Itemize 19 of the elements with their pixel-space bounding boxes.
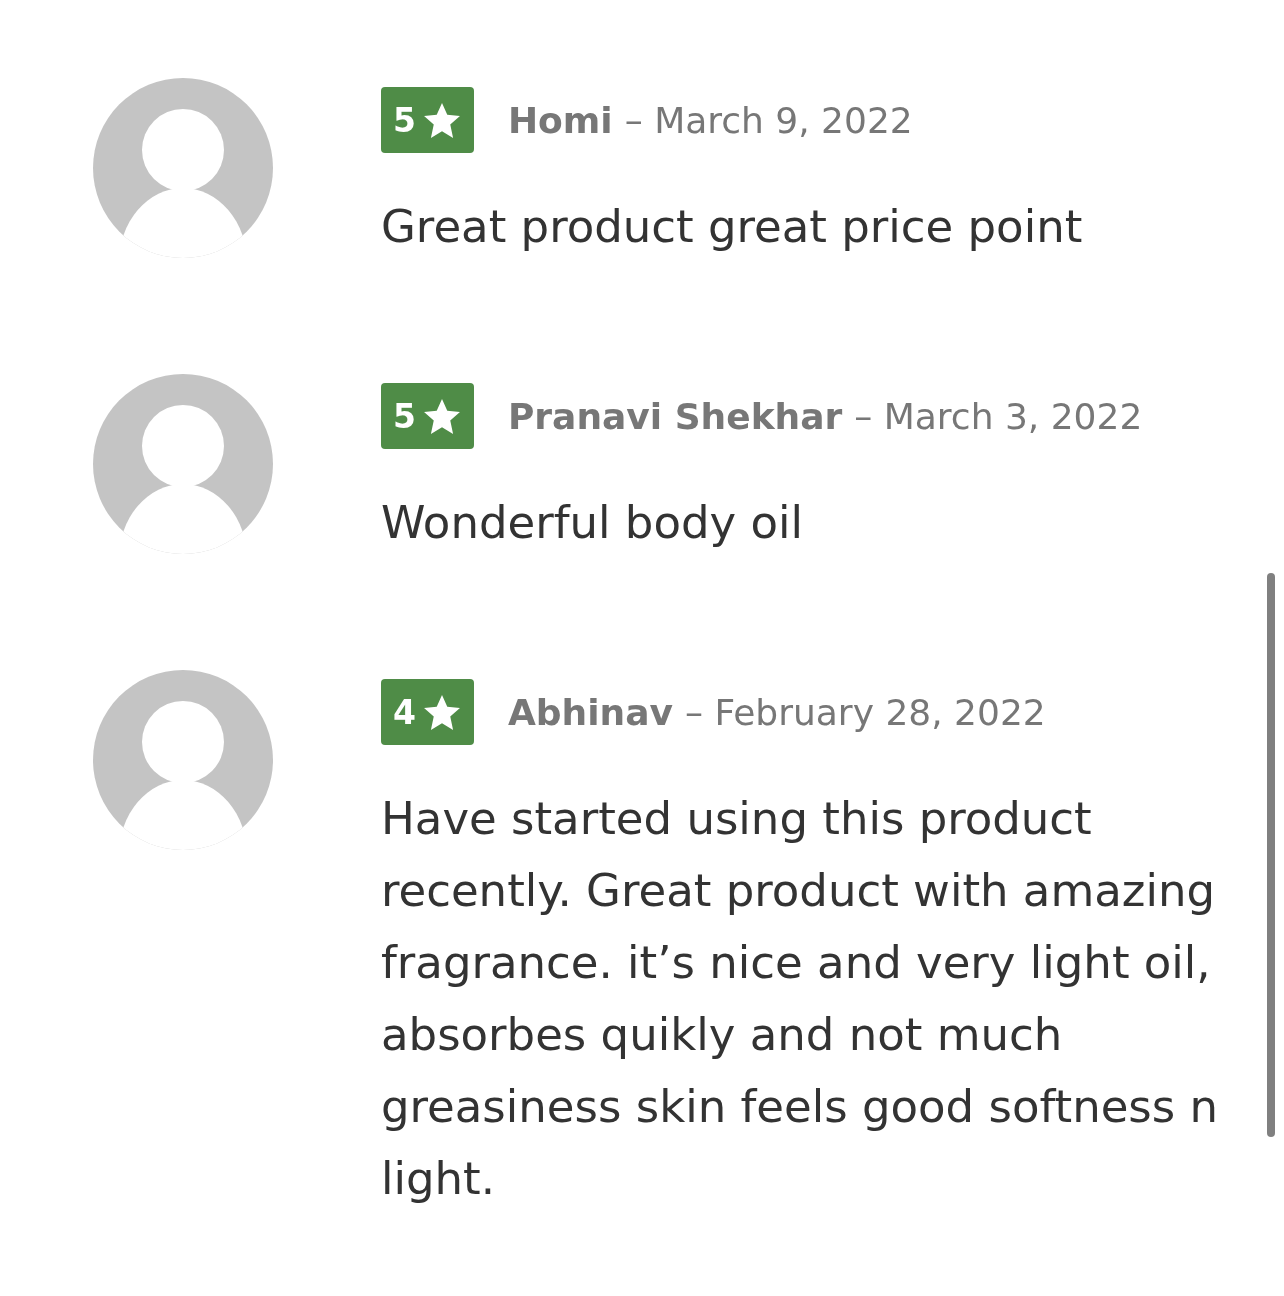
star-icon xyxy=(423,694,460,730)
review-date: – February 28, 2022 xyxy=(684,691,1046,733)
avatar-icon xyxy=(93,374,273,554)
avatar-icon xyxy=(93,670,273,850)
rating-value: 5 xyxy=(393,100,416,140)
review-text: Wonderful body oil xyxy=(381,495,804,551)
rating-value: 4 xyxy=(393,692,416,732)
review-date: – March 9, 2022 xyxy=(624,99,913,141)
star-icon xyxy=(423,398,460,434)
avatar-icon xyxy=(93,78,273,258)
review-text: Have started using this product recently. Great product with amazing fragrance. it’s nice and very light oil, absorbes quikly and not much greasiness skin feels good softness n light. xyxy=(381,791,1220,1207)
scrollbar[interactable] xyxy=(1267,573,1275,1137)
reviewer-name: Homi xyxy=(507,99,613,141)
reviewer-name: Abhinav xyxy=(507,691,673,733)
review-date: – March 3, 2022 xyxy=(854,395,1143,437)
star-icon xyxy=(423,102,460,138)
review-text: Great product great price point xyxy=(381,199,1084,255)
reviewer-name: Pranavi Shekhar xyxy=(507,395,843,437)
rating-value: 5 xyxy=(393,396,416,436)
